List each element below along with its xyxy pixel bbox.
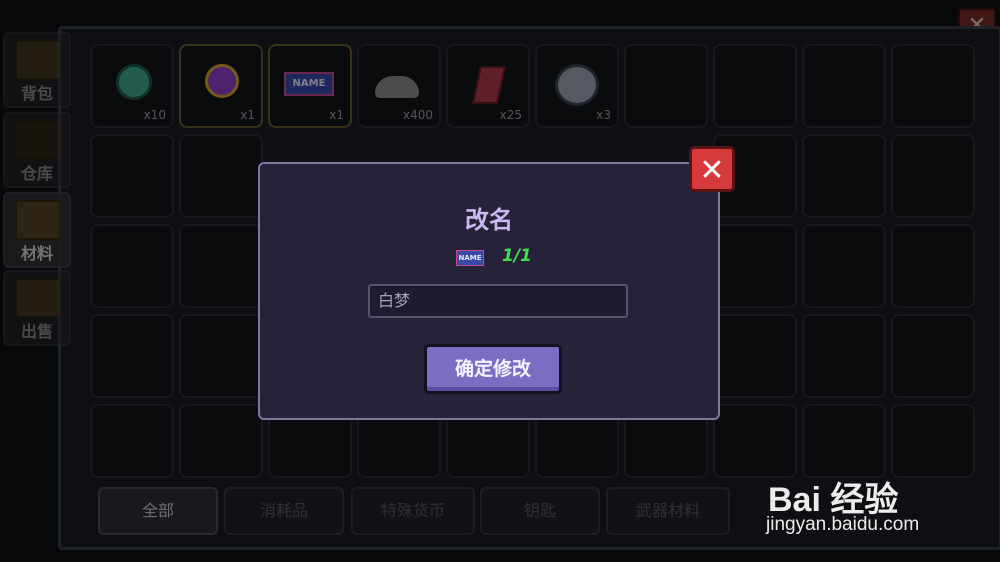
baidu-watermark-url: jingyan.baidu.com: [766, 514, 920, 535]
confirm-rename-button[interactable]: 确定修改: [424, 344, 562, 394]
rename-dialog: 改名 NAME 1/1 白梦 确定修改: [258, 162, 720, 420]
rename-card-count: 1/1: [502, 246, 532, 266]
name-card-icon: NAME: [456, 250, 484, 266]
dialog-title: 改名: [465, 206, 513, 234]
dialog-close-button[interactable]: ✕: [689, 146, 735, 192]
name-input[interactable]: 白梦: [368, 284, 628, 318]
